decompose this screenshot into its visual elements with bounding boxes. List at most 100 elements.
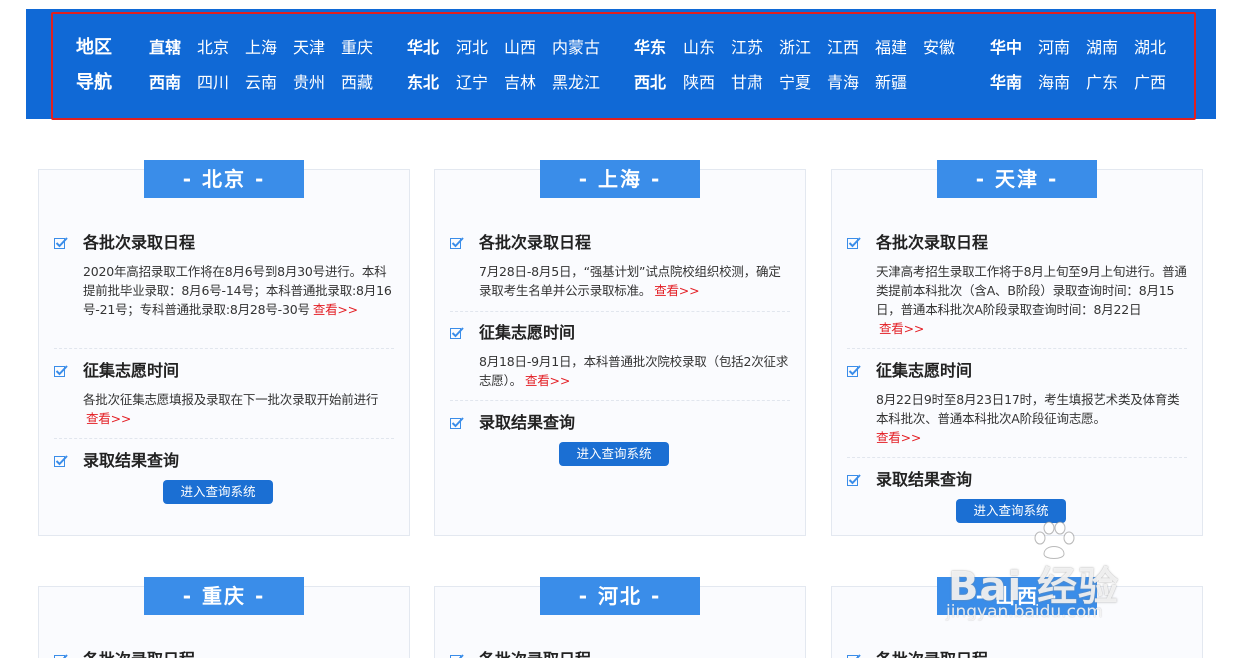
nav-link-tianjin[interactable]: 天津 [293,38,325,58]
check-icon [847,474,861,486]
nav-link-shanxi[interactable]: 山西 [504,38,536,58]
card-hebei: - 河北 - 各批次录取日程 [434,577,806,658]
nav-link-zhejiang[interactable]: 浙江 [779,38,811,58]
section-heading: 各批次录取日程 [83,233,196,252]
section-heading: 各批次录取日程 [479,649,591,658]
nav-link-ningxia[interactable]: 宁夏 [779,73,811,93]
nav-link-jiangsu[interactable]: 江苏 [731,38,763,58]
nav-link-guizhou[interactable]: 贵州 [293,73,325,93]
nav-link-anhui[interactable]: 安徽 [923,38,955,58]
check-icon [450,417,464,429]
more-link[interactable]: 查看>> [525,373,570,388]
schedule-section: 各批次录取日程 [450,649,790,658]
schedule-section: 各批次录取日程 [847,649,1187,658]
more-link[interactable]: 查看>> [654,283,699,298]
section-body: 7月28日-8月5日，“强基计划”试点院校组织校测，确定录取考生名单并公示录取标… [479,262,791,300]
section-heading: 各批次录取日程 [83,649,195,658]
query-system-button[interactable]: 进入查询系统 [956,499,1066,523]
card-shanxi: - 山西 - 各批次录取日程 [831,577,1203,658]
card-title: - 天津 - [937,160,1097,198]
section-heading: 录取结果查询 [876,470,973,489]
nav-link-neimenggu[interactable]: 内蒙古 [552,38,600,58]
check-icon [54,654,68,658]
nav-link-shaanxi[interactable]: 陕西 [683,73,715,93]
nav-link-gansu[interactable]: 甘肃 [731,73,763,93]
section-heading: 各批次录取日程 [876,649,988,658]
nav-group-zhixia: 直辖 [149,38,182,57]
nav-link-xizang[interactable]: 西藏 [341,73,373,93]
nav-link-jiangxi[interactable]: 江西 [827,38,859,58]
schedule-text: 天津高考招生录取工作将于8月上旬至9月上旬进行。普通类提前本科批次（含A、B阶段… [876,264,1187,317]
nav-group-dongbei: 东北 [407,73,440,92]
supplement-section: 征集志愿时间 8月22日9时至8月23日17时，考生填报艺术类及体育类本科批次、… [847,360,1187,458]
nav-link-beijing[interactable]: 北京 [197,38,229,58]
nav-group-huabei: 华北 [407,38,440,57]
check-icon [450,327,464,339]
more-link[interactable]: 查看>> [313,302,358,317]
check-icon [847,365,861,377]
section-heading: 各批次录取日程 [876,233,989,252]
supplement-text: 各批次征集志愿填报及录取在下一批次录取开始前进行 [83,392,379,407]
region-nav [26,9,1216,119]
nav-link-hebei[interactable]: 河北 [456,38,488,58]
nav-link-qinghai[interactable]: 青海 [827,73,859,93]
card-title: - 上海 - [540,160,700,198]
check-icon [847,237,861,249]
supplement-section: 征集志愿时间 8月18日-9月1日，本科普通批次院校录取（包括2次征求志愿）。查… [450,322,790,401]
section-body: 各批次征集志愿填报及录取在下一批次录取开始前进行查看>> [83,390,395,428]
nav-link-henan[interactable]: 河南 [1038,38,1070,58]
section-heading: 录取结果查询 [83,451,180,470]
schedule-text: 7月28日-8月5日，“强基计划”试点院校组织校测，确定录取考生名单并公示录取标… [479,264,781,298]
nav-link-fujian[interactable]: 福建 [875,38,907,58]
nav-link-jilin[interactable]: 吉林 [504,73,536,93]
nav-link-hunan[interactable]: 湖南 [1086,38,1118,58]
nav-group-huanan: 华南 [990,73,1023,92]
card-title: - 北京 - [144,160,304,198]
supplement-text: 8月22日9时至8月23日17时，考生填报艺术类及体育类本科批次、普通本科批次A… [876,392,1180,426]
nav-link-hainan[interactable]: 海南 [1038,73,1070,93]
nav-link-liaoning[interactable]: 辽宁 [456,73,488,93]
check-icon [450,237,464,249]
more-link[interactable]: 查看>> [86,411,131,426]
query-system-button[interactable]: 进入查询系统 [163,480,273,504]
nav-link-xinjiang[interactable]: 新疆 [875,73,907,93]
check-icon [847,654,861,658]
card-title: - 河北 - [540,577,700,615]
nav-title-line2: 导航 [76,72,112,93]
nav-link-heilongjiang[interactable]: 黑龙江 [552,73,600,93]
nav-group-huadong: 华东 [634,38,667,57]
section-body: 8月22日9时至8月23日17时，考生填报艺术类及体育类本科批次、普通本科批次A… [876,390,1188,447]
section-heading: 各批次录取日程 [479,233,592,252]
section-heading: 征集志愿时间 [83,361,180,380]
query-system-button[interactable]: 进入查询系统 [559,442,669,466]
check-icon [54,455,68,467]
nav-group-xibei: 西北 [634,73,667,92]
section-heading: 征集志愿时间 [479,323,576,342]
supplement-section: 征集志愿时间 各批次征集志愿填报及录取在下一批次录取开始前进行查看>> [54,360,394,439]
schedule-section: 各批次录取日程 7月28日-8月5日，“强基计划”试点院校组织校测，确定录取考生… [450,232,790,312]
nav-link-shandong[interactable]: 山东 [683,38,715,58]
nav-link-hubei[interactable]: 湖北 [1134,38,1166,58]
nav-group-huazhong: 华中 [990,38,1023,57]
nav-link-sichuan[interactable]: 四川 [197,73,229,93]
card-chongqing: - 重庆 - 各批次录取日程 [38,577,410,658]
card-shanghai: - 上海 - 各批次录取日程 7月28日-8月5日，“强基计划”试点院校组织校测… [434,160,806,536]
schedule-section: 各批次录取日程 2020年高招录取工作将在8月6号到8月30号进行。本科提前批毕… [54,232,394,349]
section-body: 8月18日-9月1日，本科普通批次院校录取（包括2次征求志愿）。 查看>> [479,352,791,390]
nav-group-xinan: 西南 [149,73,182,92]
nav-link-guangdong[interactable]: 广东 [1086,73,1118,93]
section-heading: 征集志愿时间 [876,361,973,380]
nav-link-chongqing[interactable]: 重庆 [341,38,373,58]
nav-link-yunnan[interactable]: 云南 [245,73,277,93]
nav-link-shanghai[interactable]: 上海 [245,38,277,58]
schedule-section: 各批次录取日程 天津高考招生录取工作将于8月上旬至9月上旬进行。普通类提前本科批… [847,232,1187,349]
check-icon [54,365,68,377]
card-title: - 重庆 - [144,577,304,615]
check-icon [54,237,68,249]
more-link[interactable]: 查看>> [879,321,924,336]
card-beijing: - 北京 - 各批次录取日程 2020年高招录取工作将在8月6号到8月30号进行… [38,160,410,536]
more-link[interactable]: 查看>> [876,430,921,445]
section-heading: 录取结果查询 [479,413,576,432]
nav-link-guangxi[interactable]: 广西 [1134,73,1166,93]
nav-title-line1: 地区 [76,37,112,58]
